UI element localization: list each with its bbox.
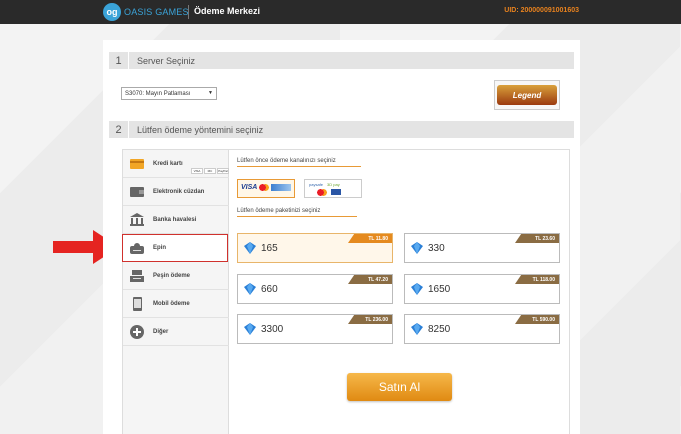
- visa-logo-row: VISA: [238, 180, 294, 195]
- diamond-icon: [411, 242, 423, 254]
- package-price: TL 118.00: [515, 275, 559, 284]
- diamond-icon: [244, 323, 256, 335]
- diamond-icon: [411, 323, 423, 335]
- buy-button[interactable]: Satın Al: [347, 373, 452, 401]
- paypal-logo: PayPal: [217, 168, 229, 174]
- top-bar: og OASIS GAMES Ödeme Merkezi UID: 200000…: [0, 0, 681, 24]
- sidebar-item-epin[interactable]: Epin: [122, 234, 228, 262]
- mobile-phone-icon: [130, 296, 144, 311]
- diamond-icon: [244, 242, 256, 254]
- epin-icon: [130, 242, 144, 256]
- step-server-header: 1 Server Seçiniz: [109, 52, 574, 69]
- package-165[interactable]: 165 TL 11.80: [237, 233, 393, 263]
- channel-section-label: Lütfen önce ödeme kanalınızı seçiniz: [237, 158, 361, 167]
- package-amount: 8250: [428, 324, 451, 335]
- sidebar-item-label: Banka havalesi: [153, 216, 197, 223]
- plus-circle-icon: [130, 324, 144, 339]
- credit-card-icon: [130, 157, 144, 171]
- package-price: TL 236.00: [348, 315, 392, 324]
- step-number: 1: [109, 52, 129, 69]
- cash-register-icon: [130, 269, 144, 283]
- sidebar-item-label: Mobil ödeme: [153, 300, 190, 307]
- package-1650[interactable]: 1650 TL 118.00: [404, 274, 560, 304]
- mastercard-icon: [317, 189, 327, 196]
- package-amount: 660: [261, 284, 278, 295]
- bank-icon: [130, 213, 144, 227]
- sidebar-item-bank-transfer[interactable]: Banka havalesi: [123, 206, 229, 234]
- package-3300[interactable]: 3300 TL 236.00: [237, 314, 393, 344]
- card-brand-icon: [271, 184, 291, 191]
- paysafe-card-icons: [305, 189, 361, 196]
- package-8250[interactable]: 8250 TL 590.00: [404, 314, 560, 344]
- chevron-down-icon: ▼: [208, 90, 213, 96]
- sidebar-item-label: Epin: [153, 245, 166, 251]
- package-price: TL 47.20: [348, 275, 392, 284]
- server-select-value: S3070: Mayın Patlaması: [125, 90, 191, 97]
- step-label: Lütfen ödeme yöntemini seçiniz: [137, 124, 264, 135]
- sidebar-item-cash-payment[interactable]: Peşin ödeme: [123, 262, 229, 290]
- server-select[interactable]: S3070: Mayın Patlaması ▼: [121, 87, 217, 100]
- step-number: 2: [109, 121, 129, 138]
- package-price: TL 11.80: [348, 234, 392, 243]
- sidebar-item-label: Diğer: [153, 328, 169, 335]
- mastercard-icon: [259, 184, 270, 191]
- channel-paysafe[interactable]: paysafe 3D pay: [304, 179, 362, 198]
- card-logos: VISA MC PayPal: [191, 168, 229, 174]
- package-amount: 3300: [261, 324, 284, 335]
- visa-logo: VISA: [241, 184, 258, 191]
- paysafe-logo-row: paysafe 3D pay: [305, 180, 361, 189]
- card-icon: [331, 189, 341, 195]
- sidebar-item-label: Elektronik cüzdan: [153, 188, 205, 195]
- game-logo-text: Legend: [497, 85, 557, 105]
- package-price: TL 590.00: [515, 315, 559, 324]
- 3dpay-logo: 3D pay: [327, 182, 340, 187]
- package-amount: 1650: [428, 284, 451, 295]
- step-label: Server Seçiniz: [137, 55, 196, 66]
- step-payment-header: 2 Lütfen ödeme yöntemini seçiniz: [109, 121, 574, 138]
- wallet-icon: [130, 185, 144, 199]
- payment-methods-sidebar: Kredi kartı VISA MC PayPal Elektronik cü…: [123, 150, 229, 434]
- mastercard-logo: MC: [204, 168, 216, 174]
- diamond-icon: [411, 283, 423, 295]
- user-id: UID: 200000091001603: [504, 7, 579, 14]
- package-amount: 330: [428, 243, 445, 254]
- visa-logo: VISA: [191, 168, 203, 174]
- oasis-logo[interactable]: og OASIS GAMES: [103, 3, 189, 21]
- sidebar-item-label: Peşin ödeme: [153, 272, 191, 279]
- paysafe-logo: paysafe: [309, 182, 324, 187]
- logo-text: OASIS GAMES: [124, 7, 189, 17]
- package-330[interactable]: 330 TL 23.60: [404, 233, 560, 263]
- topbar-divider: [188, 5, 189, 19]
- sidebar-item-e-wallet[interactable]: Elektronik cüzdan: [123, 178, 229, 206]
- package-amount: 165: [261, 243, 278, 254]
- sidebar-item-other[interactable]: Diğer: [123, 318, 229, 346]
- sidebar-item-mobile-payment[interactable]: Mobil ödeme: [123, 290, 229, 318]
- package-price: TL 23.60: [515, 234, 559, 243]
- sidebar-item-label: Kredi kartı: [153, 160, 183, 167]
- game-logo: Legend: [494, 80, 560, 110]
- channel-visa[interactable]: VISA: [237, 179, 295, 198]
- package-section-label: Lütfen ödeme paketinizi seçiniz: [237, 208, 357, 217]
- package-660[interactable]: 660 TL 47.20: [237, 274, 393, 304]
- sidebar-item-credit-card[interactable]: Kredi kartı VISA MC PayPal: [123, 150, 229, 178]
- page-title: Ödeme Merkezi: [194, 6, 261, 16]
- diamond-icon: [244, 283, 256, 295]
- logo-mark: og: [103, 3, 121, 21]
